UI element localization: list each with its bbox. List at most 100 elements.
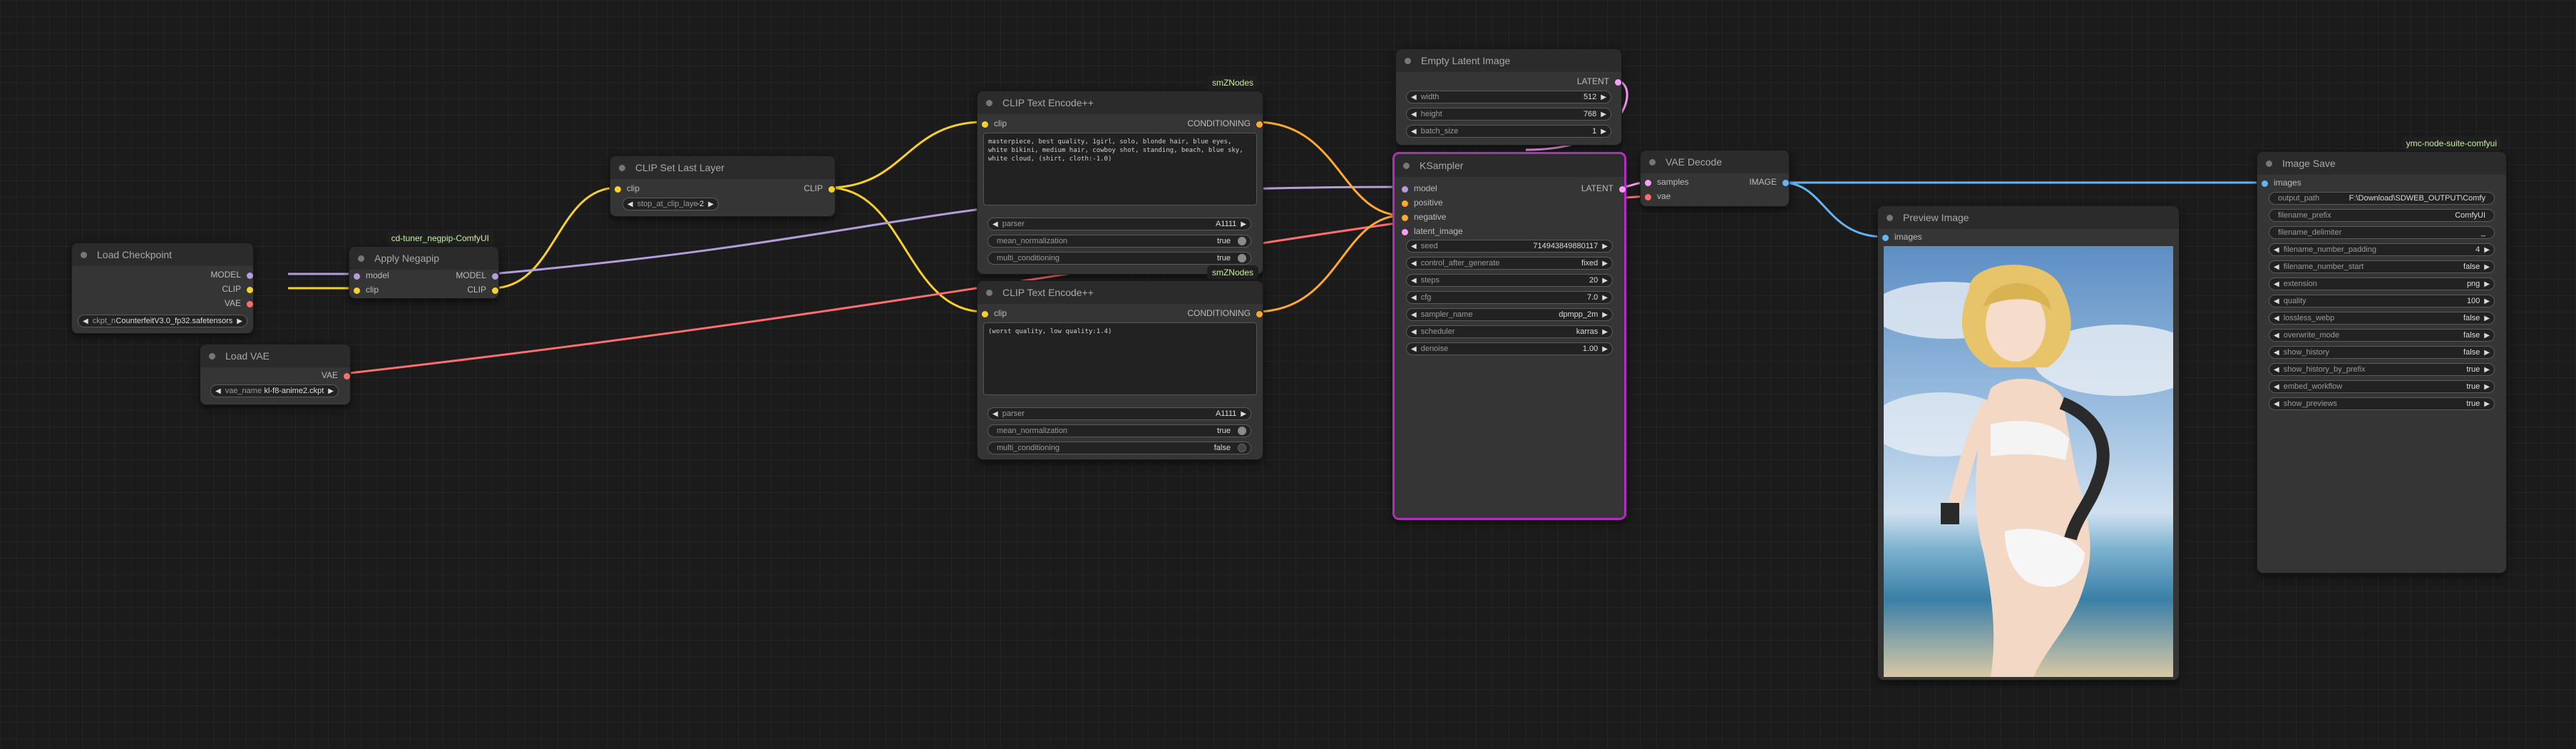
- arrow-right-icon[interactable]: ▶: [1601, 111, 1606, 118]
- pin-icon[interactable]: [982, 311, 988, 317]
- ckpt-name-combo[interactable]: ◀ckpt_nameCounterfeitV3.0_fp32.safetenso…: [78, 315, 247, 327]
- node-ksampler[interactable]: KSampler model positive negative latent_…: [1392, 152, 1626, 520]
- output-image[interactable]: IMAGE: [1749, 177, 1789, 187]
- arrow-right-icon[interactable]: ▶: [2484, 297, 2490, 305]
- pin-icon[interactable]: [828, 186, 835, 193]
- lossless-webp-combo[interactable]: ◀ lossless_webp false ▶: [2269, 312, 2495, 325]
- collapse-dot-icon[interactable]: [1403, 162, 1410, 169]
- node-clip-text-encode-negative[interactable]: smZNodes CLIP Text Encode++ clip CONDITI…: [977, 265, 1263, 460]
- node-title-bar[interactable]: CLIP Set Last Layer: [610, 156, 835, 179]
- arrow-right-icon[interactable]: ▶: [1602, 243, 1608, 250]
- node-clip-text-encode-positive[interactable]: smZNodes CLIP Text Encode++ clip CONDITI…: [977, 76, 1263, 275]
- arrow-right-icon[interactable]: ▶: [2484, 315, 2490, 322]
- prompt-textarea[interactable]: masterpiece, best quality, 1girl, solo, …: [983, 133, 1257, 205]
- arrow-left-icon[interactable]: ◀: [2274, 349, 2279, 357]
- node-title-bar[interactable]: Preview Image: [1878, 206, 2179, 229]
- output-clip[interactable]: CLIP: [804, 183, 835, 193]
- multi-conditioning-toggle[interactable]: multi_conditioning true: [987, 252, 1251, 265]
- arrow-left-icon[interactable]: ◀: [2274, 297, 2279, 305]
- arrow-left-icon[interactable]: ◀: [1411, 111, 1417, 118]
- arrow-left-icon[interactable]: ◀: [2274, 315, 2279, 322]
- pin-icon[interactable]: [247, 287, 253, 293]
- arrow-right-icon[interactable]: ▶: [708, 200, 714, 208]
- arrow-left-icon[interactable]: ◀: [1411, 328, 1417, 336]
- collapse-dot-icon[interactable]: [209, 352, 215, 360]
- input-vae[interactable]: vae: [1645, 191, 1671, 201]
- arrow-right-icon[interactable]: ▶: [2484, 332, 2490, 340]
- vae-name-combo[interactable]: ◀ vae_name kl-f8-anime2.ckpt ▶: [210, 384, 339, 397]
- arrow-left-icon[interactable]: ◀: [2274, 280, 2279, 288]
- arrow-right-icon[interactable]: ▶: [2484, 246, 2490, 254]
- sampler-name-combo[interactable]: ◀ sampler_name dpmpp_2m ▶: [1406, 308, 1613, 321]
- arrow-left-icon[interactable]: ◀: [1411, 128, 1417, 136]
- collapse-dot-icon[interactable]: [2266, 160, 2272, 167]
- pin-icon[interactable]: [1782, 180, 1789, 186]
- node-title-bar[interactable]: Empty Latent Image: [1396, 49, 1621, 72]
- mean-normalization-toggle[interactable]: mean_normalization true: [987, 424, 1251, 437]
- pin-icon[interactable]: [1645, 194, 1651, 200]
- input-clip[interactable]: clip: [982, 308, 1007, 318]
- input-clip[interactable]: clip: [354, 285, 379, 295]
- collapse-dot-icon[interactable]: [358, 255, 364, 262]
- pin-icon[interactable]: [344, 373, 350, 379]
- collapse-dot-icon[interactable]: [986, 289, 992, 296]
- seed-input[interactable]: ◀ seed 714943849880117 ▶: [1406, 240, 1613, 253]
- arrow-left-icon[interactable]: ◀: [1411, 311, 1417, 319]
- arrow-left-icon[interactable]: ◀: [1411, 93, 1417, 101]
- pin-icon[interactable]: [354, 287, 360, 294]
- input-negative[interactable]: negative: [1402, 212, 1446, 222]
- toggle-knob-icon[interactable]: [1238, 427, 1246, 435]
- node-title-bar[interactable]: CLIP Text Encode++: [977, 281, 1263, 304]
- node-title-bar[interactable]: VAE Decode: [1641, 151, 1789, 173]
- arrow-left-icon[interactable]: ◀: [2274, 383, 2279, 391]
- arrow-left-icon[interactable]: ◀: [1411, 277, 1417, 285]
- input-model[interactable]: model: [1402, 183, 1437, 193]
- collapse-dot-icon[interactable]: [986, 99, 992, 106]
- node-title-bar[interactable]: Load VAE: [200, 345, 350, 367]
- arrow-left-icon[interactable]: ◀: [1411, 345, 1417, 353]
- output-model[interactable]: MODEL: [210, 270, 253, 280]
- arrow-left-icon[interactable]: ◀: [1411, 294, 1417, 302]
- pin-icon[interactable]: [247, 272, 253, 279]
- pin-icon[interactable]: [492, 287, 498, 294]
- input-images[interactable]: images: [1882, 232, 1922, 242]
- width-input[interactable]: ◀ width 512 ▶: [1406, 91, 1611, 103]
- quality-input[interactable]: ◀ quality 100 ▶: [2269, 295, 2495, 307]
- arrow-right-icon[interactable]: ▶: [1602, 260, 1608, 268]
- arrow-right-icon[interactable]: ▶: [1602, 294, 1608, 302]
- stop-at-clip-layer-input[interactable]: ◀ stop_at_clip_layer -2 ▶: [622, 198, 719, 210]
- show-history-combo[interactable]: ◀ show_history false ▶: [2269, 346, 2495, 359]
- arrow-left-icon[interactable]: ◀: [992, 410, 998, 418]
- scheduler-combo[interactable]: ◀ scheduler karras ▶: [1406, 325, 1613, 338]
- show-previews-combo[interactable]: ◀ show_previews true ▶: [2269, 397, 2495, 410]
- input-samples[interactable]: samples: [1645, 177, 1689, 187]
- arrow-left-icon[interactable]: ◀: [1411, 260, 1417, 268]
- arrow-right-icon[interactable]: ▶: [1602, 277, 1608, 285]
- multi-conditioning-toggle[interactable]: multi_conditioning false: [987, 442, 1251, 454]
- arrow-right-icon[interactable]: ▶: [328, 387, 334, 395]
- batch-size-input[interactable]: ◀ batch_size 1 ▶: [1406, 125, 1611, 138]
- filename-number-start-combo[interactable]: ◀ filename_number_start false ▶: [2269, 260, 2495, 273]
- arrow-right-icon[interactable]: ▶: [1602, 328, 1608, 336]
- parser-combo[interactable]: ◀ parser A1111 ▶: [987, 218, 1251, 230]
- output-conditioning[interactable]: CONDITIONING: [1187, 118, 1263, 128]
- output-clip[interactable]: CLIP: [467, 285, 498, 295]
- toggle-knob-icon[interactable]: [1238, 444, 1246, 452]
- node-preview-image[interactable]: Preview Image images: [1877, 205, 2180, 681]
- pin-icon[interactable]: [2262, 180, 2268, 187]
- extension-combo[interactable]: ◀ extension png ▶: [2269, 277, 2495, 290]
- pin-icon[interactable]: [1402, 215, 1408, 221]
- pin-icon[interactable]: [1402, 229, 1408, 235]
- arrow-right-icon[interactable]: ▶: [1602, 345, 1608, 353]
- filename-delimiter-input[interactable]: filename_delimiter _: [2269, 226, 2495, 239]
- node-image-save[interactable]: ymc-node-suite-comfyui Image Save images…: [2257, 136, 2507, 574]
- output-conditioning[interactable]: CONDITIONING: [1187, 308, 1263, 318]
- input-model[interactable]: model: [354, 270, 389, 280]
- pin-icon[interactable]: [1256, 121, 1263, 128]
- arrow-right-icon[interactable]: ▶: [2484, 400, 2490, 408]
- node-load-vae[interactable]: Load VAE VAE ◀ vae_name kl-f8-anime2.ckpt ▶: [200, 344, 351, 405]
- node-title-bar[interactable]: Load Checkpoint: [72, 243, 253, 266]
- prompt-textarea[interactable]: (worst quality, low quality:1.4): [983, 322, 1257, 395]
- node-title-bar[interactable]: Image Save: [2257, 152, 2506, 175]
- arrow-left-icon[interactable]: ◀: [2274, 246, 2279, 254]
